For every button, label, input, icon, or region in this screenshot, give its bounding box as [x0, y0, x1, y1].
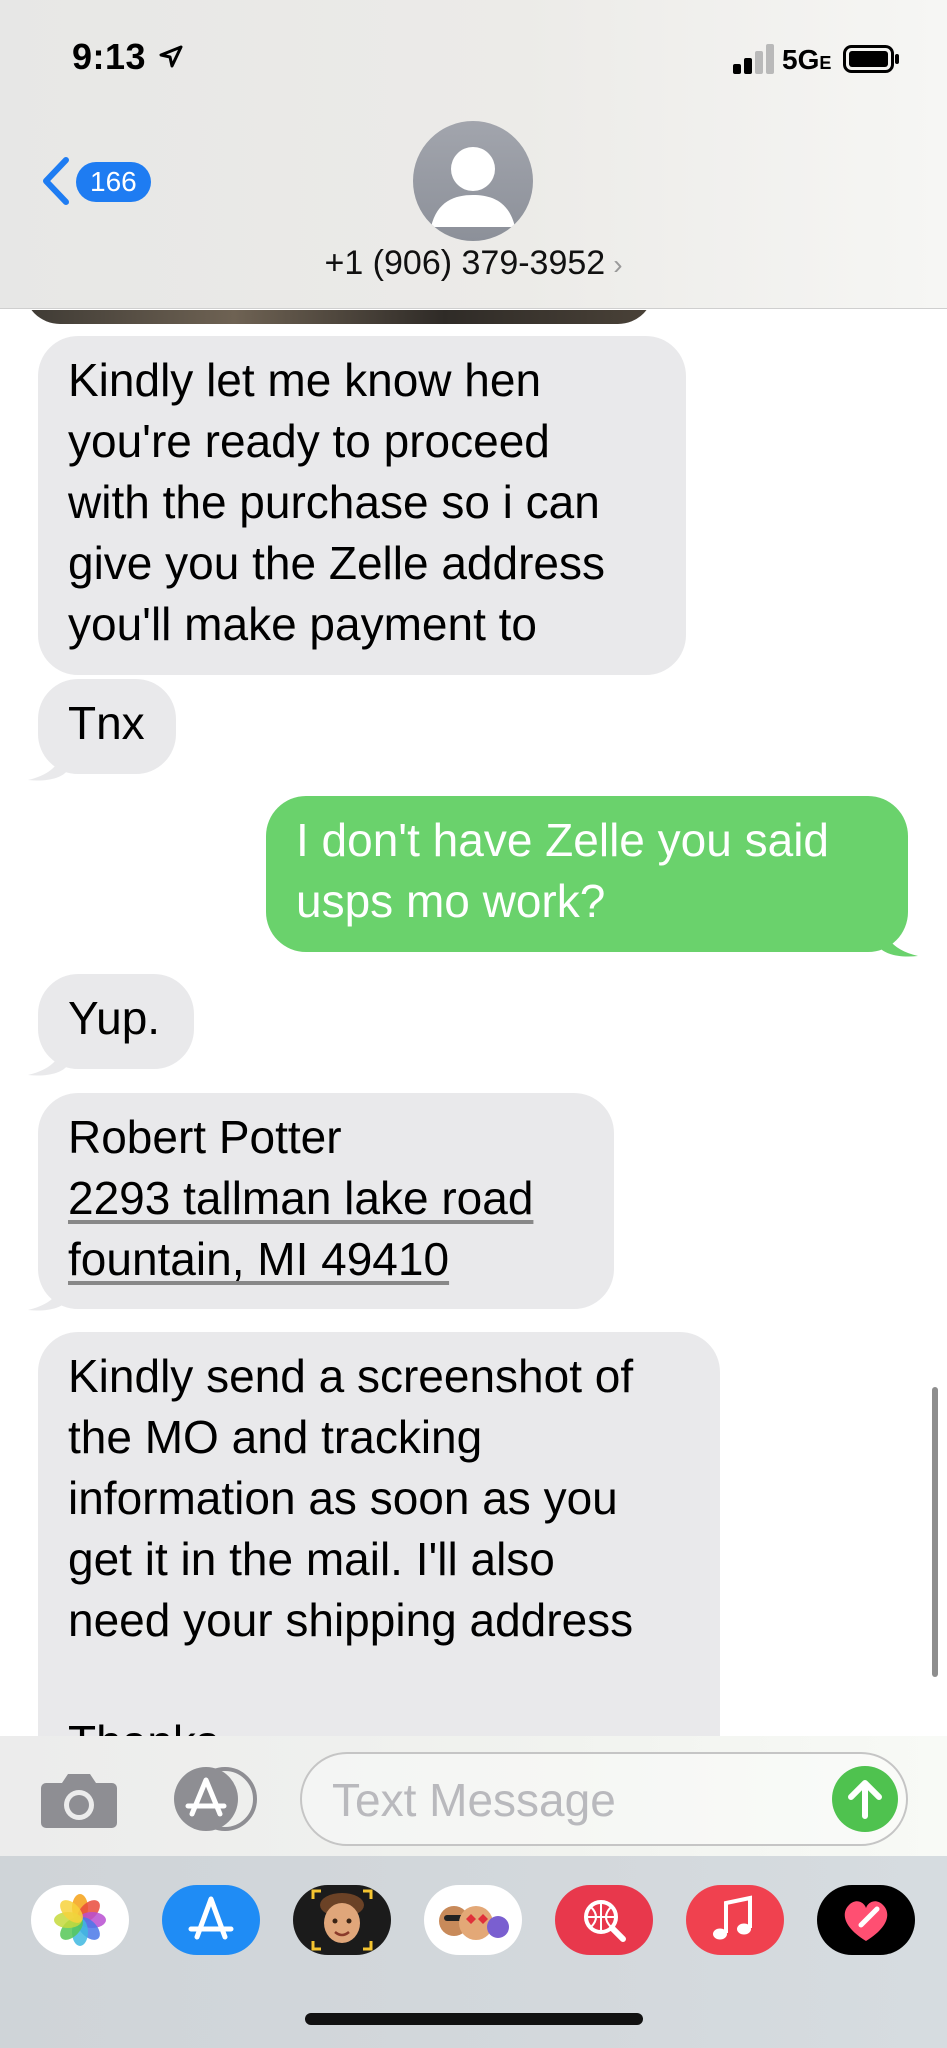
message-line: Yup.	[68, 992, 161, 1044]
bubble-tail	[28, 1270, 68, 1311]
contact-avatar[interactable]	[413, 121, 533, 241]
network-label: 5G	[782, 44, 820, 75]
address-link[interactable]: 2293 tallman lake road	[68, 1168, 584, 1229]
message-line: Robert Potter	[68, 1111, 342, 1163]
message-line: Tnx	[68, 697, 145, 749]
music-icon[interactable]	[686, 1885, 784, 1955]
magnifier-globe-icon	[584, 1900, 626, 1942]
memoji-face-icon	[311, 1889, 373, 1951]
network-type: 5GE	[782, 44, 831, 76]
camera-icon[interactable]	[40, 1769, 118, 1829]
message-line: get it in the mail. I'll also	[68, 1533, 555, 1585]
message-line: information as soon as you	[68, 1472, 618, 1524]
animoji-faces-icon	[439, 1906, 509, 1940]
outgoing-message[interactable]: I don't have Zelle you said usps mo work…	[266, 796, 908, 952]
app-store-icon[interactable]	[162, 1885, 260, 1955]
message-input[interactable]	[332, 1772, 812, 1828]
photos-flower-icon	[54, 1894, 106, 1946]
message-field[interactable]	[300, 1752, 908, 1846]
message-line: Kindly let me know hen	[68, 354, 542, 406]
web-image-search-icon[interactable]	[555, 1885, 653, 1955]
message-line: I don't have Zelle you said	[296, 814, 829, 866]
message-line: you're ready to proceed	[68, 415, 550, 467]
message-line: you'll make payment to	[68, 598, 538, 650]
contact-chevron-icon: ›	[613, 249, 623, 280]
digital-touch-icon[interactable]	[817, 1885, 915, 1955]
bubble-tail	[28, 740, 68, 781]
incoming-message[interactable]: Kindly send a screenshot of the MO and t…	[38, 1332, 720, 1736]
network-suffix: E	[819, 53, 832, 73]
music-note-icon	[713, 1895, 752, 1940]
location-arrow-icon	[159, 45, 183, 68]
address-link[interactable]: fountain, MI 49410	[68, 1229, 584, 1290]
message-line: Thanks	[68, 1712, 690, 1736]
bubble-tail	[878, 916, 918, 957]
imessage-app-drawer	[0, 1856, 947, 2048]
message-line: Kindly send a screenshot of	[68, 1350, 634, 1402]
message-line: usps mo work?	[296, 875, 606, 927]
contact-number[interactable]: +1 (906) 379-3952	[324, 244, 605, 282]
incoming-message[interactable]: Kindly let me know hen you're ready to p…	[38, 336, 686, 675]
bubble-tail	[28, 1035, 68, 1076]
cellular-signal-icon	[733, 44, 774, 74]
message-line: the MO and tracking	[68, 1411, 483, 1463]
app-store-button-icon[interactable]	[168, 1766, 258, 1832]
message-thread[interactable]: Kindly let me know hen you're ready to p…	[0, 310, 947, 1736]
message-line: need your shipping address	[68, 1594, 634, 1646]
status-time: 9:13	[72, 36, 147, 77]
arrow-up-icon	[848, 1780, 882, 1819]
animoji-stickers-icon[interactable]	[424, 1885, 522, 1955]
previous-image-attachment[interactable]	[24, 310, 654, 324]
back-chevron-icon[interactable]	[38, 156, 72, 206]
memoji-icon[interactable]	[293, 1885, 391, 1955]
incoming-message[interactable]: Robert Potter 2293 tallman lake road fou…	[38, 1093, 614, 1309]
battery-icon	[843, 45, 899, 73]
unread-count-badge[interactable]: 166	[76, 162, 151, 202]
send-button[interactable]	[832, 1766, 898, 1832]
compose-bar	[0, 1736, 947, 1856]
contact-name[interactable]: +1 (906) 379-3952 ›	[0, 244, 947, 283]
message-line	[68, 1651, 690, 1712]
conversation-header: 9:13 5GE 166 +1 (906) 379-3952 ›	[0, 0, 947, 309]
person-silhouette-icon	[431, 147, 515, 227]
app-store-a-icon	[188, 1896, 234, 1940]
scroll-indicator[interactable]	[932, 1387, 938, 1677]
heart-touch-icon	[844, 1901, 888, 1941]
message-line: with the purchase so i can	[68, 476, 600, 528]
home-indicator[interactable]	[305, 2013, 643, 2025]
message-line: give you the Zelle address	[68, 537, 605, 589]
photos-icon[interactable]	[31, 1885, 129, 1955]
